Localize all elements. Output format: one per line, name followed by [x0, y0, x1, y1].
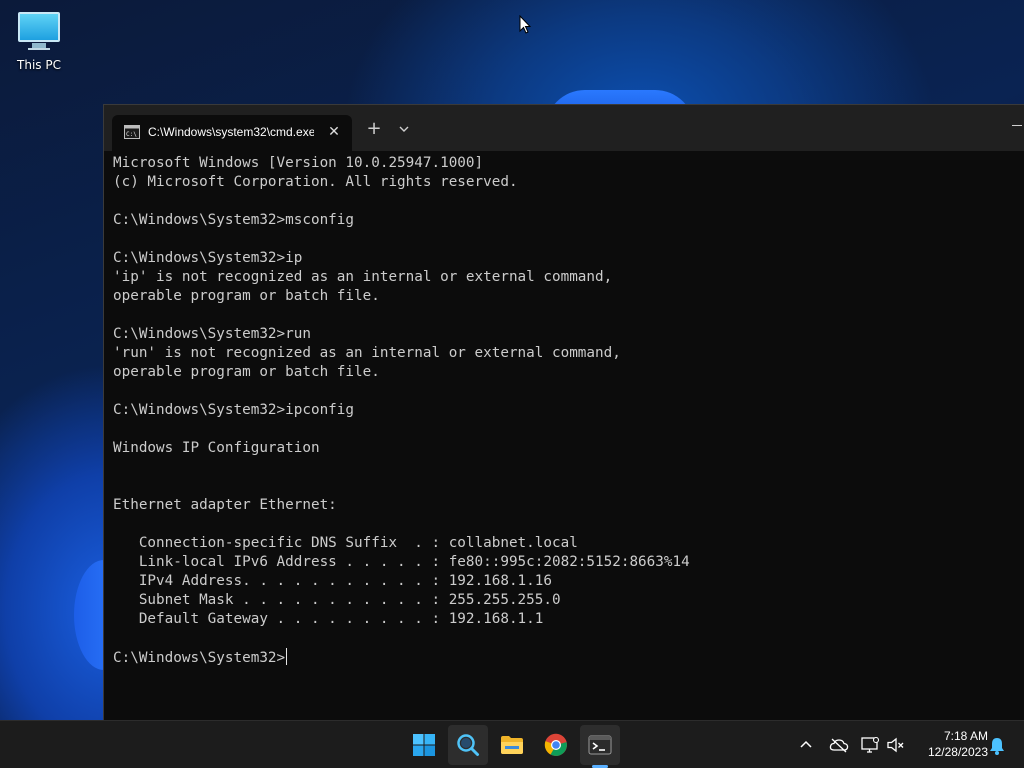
- terminal-icon: [588, 735, 612, 755]
- volume-muted-icon[interactable]: [886, 735, 906, 755]
- console-output[interactable]: Microsoft Windows [Version 10.0.25947.10…: [113, 154, 1018, 714]
- chevron-up-icon[interactable]: [796, 735, 816, 755]
- chrome-button[interactable]: [536, 725, 576, 765]
- windows-logo-icon: [413, 734, 435, 756]
- mouse-cursor-icon: [519, 15, 531, 34]
- search-button[interactable]: [448, 725, 488, 765]
- console-line: Microsoft Windows [Version 10.0.25947.10…: [113, 155, 484, 171]
- console-line: Default Gateway . . . . . . . . . : 192.…: [138, 611, 544, 627]
- terminal-window[interactable]: C:\ C:\Windows\system32\cmd.exe ✕ + Micr…: [103, 104, 1024, 721]
- start-button[interactable]: [404, 725, 444, 765]
- file-explorer-button[interactable]: [492, 725, 532, 765]
- folder-icon: [501, 736, 523, 754]
- monitor-icon: [18, 12, 60, 42]
- console-line: Connection-specific DNS Suffix . : colla…: [138, 535, 578, 551]
- search-icon: [457, 734, 479, 756]
- cloud-offline-icon[interactable]: [829, 735, 849, 755]
- taskbar: 7:18 AM 12/28/2023: [0, 720, 1024, 768]
- terminal-titlebar[interactable]: C:\ C:\Windows\system32\cmd.exe ✕ +: [104, 105, 1024, 151]
- desktop-icon-this-pc[interactable]: This PC: [10, 8, 68, 78]
- network-icon[interactable]: [860, 735, 880, 755]
- console-line: operable program or batch file.: [113, 364, 380, 380]
- close-tab-icon[interactable]: ✕: [324, 122, 344, 142]
- desktop-icon-label: This PC: [17, 58, 61, 72]
- console-line: C:\Windows\System32>ipconfig: [113, 402, 355, 418]
- terminal-tab-cmd[interactable]: C:\ C:\Windows\system32\cmd.exe ✕: [112, 115, 352, 151]
- new-tab-button[interactable]: +: [362, 119, 386, 139]
- console-line: C:\Windows\System32>msconfig: [113, 212, 355, 228]
- bell-icon[interactable]: [987, 736, 1007, 756]
- clock-date: 12/28/2023: [927, 745, 988, 759]
- console-line: (c) Microsoft Corporation. All rights re…: [113, 174, 518, 190]
- tab-title: C:\Windows\system32\cmd.exe: [148, 125, 314, 139]
- console-line: C:\Windows\System32>ip: [113, 250, 303, 266]
- console-line: Link-local IPv6 Address . . . . . : fe80…: [138, 554, 690, 570]
- console-line: 'run' is not recognized as an internal o…: [113, 345, 621, 361]
- console-line: C:\Windows\System32>run: [113, 326, 311, 342]
- console-line: Subnet Mask . . . . . . . . . . . : 255.…: [138, 592, 561, 608]
- svg-text:C:\: C:\: [126, 131, 137, 138]
- console-text: Microsoft Windows [Version 10.0.25947.10…: [113, 155, 690, 627]
- console-line: Windows IP Configuration: [113, 440, 320, 456]
- console-line: 'ip' is not recognized as an internal or…: [113, 269, 613, 285]
- console-line: Ethernet adapter Ethernet:: [113, 497, 337, 513]
- clock-time: 7:18 AM: [943, 729, 988, 743]
- console-line: IPv4 Address. . . . . . . . . . . : 192.…: [138, 573, 552, 589]
- terminal-button[interactable]: [580, 725, 620, 765]
- text-cursor: [286, 648, 288, 665]
- minimize-button[interactable]: [1006, 117, 1024, 137]
- chevron-down-icon[interactable]: [394, 119, 414, 139]
- chrome-icon: [544, 733, 567, 756]
- console-line: operable program or batch file.: [113, 288, 380, 304]
- system-clock[interactable]: 7:18 AM 12/28/2023: [912, 728, 988, 760]
- command-prompt: C:\Windows\System32>: [113, 650, 286, 666]
- cmd-icon: C:\: [124, 125, 140, 139]
